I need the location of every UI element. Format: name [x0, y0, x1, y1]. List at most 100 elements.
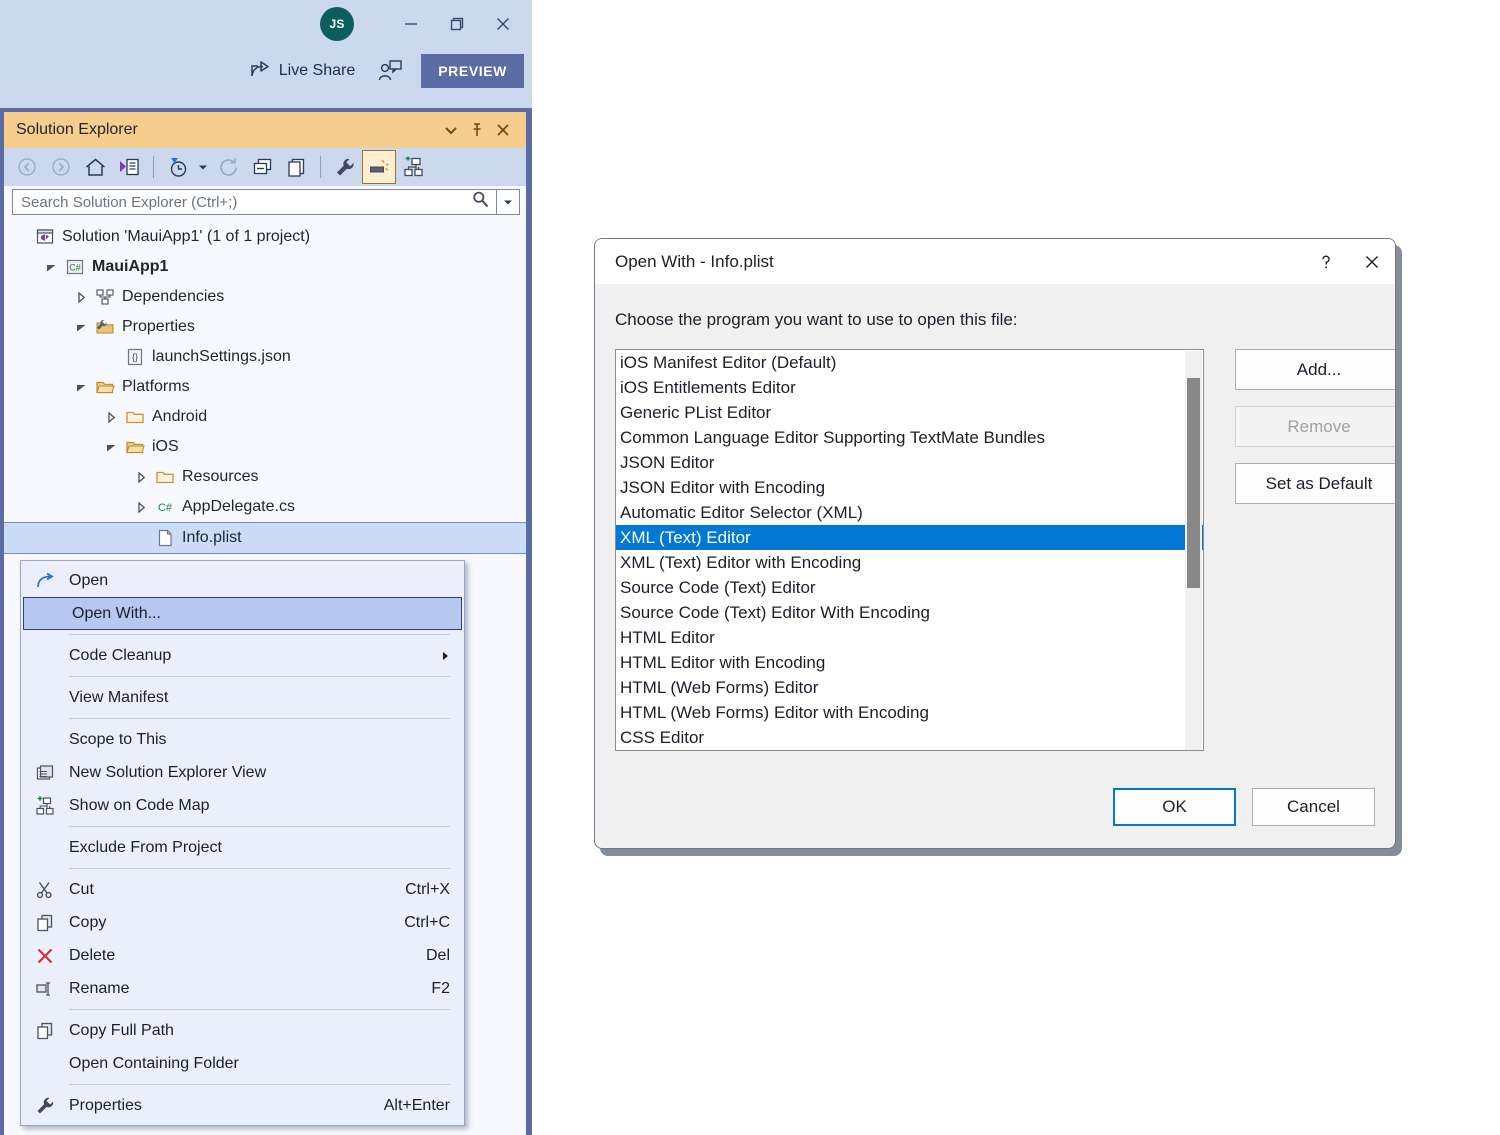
menu-item-open-containing-folder[interactable]: Open Containing Folder: [21, 1047, 464, 1080]
menu-item-scope-to-this[interactable]: Scope to This: [21, 723, 464, 756]
preview-badge[interactable]: PREVIEW: [421, 54, 524, 88]
tree-item[interactable]: Solution 'MauiApp1' (1 of 1 project): [4, 222, 526, 252]
clock-filter-icon[interactable]: [161, 151, 195, 183]
tree-item-label: Platforms: [122, 378, 190, 396]
editor-list[interactable]: iOS Manifest Editor (Default)iOS Entitle…: [615, 349, 1204, 751]
restore-icon[interactable]: [434, 1, 480, 47]
list-item[interactable]: XML (Text) Editor with Encoding: [616, 550, 1203, 575]
close-icon[interactable]: [490, 117, 516, 143]
list-item[interactable]: JSON Editor: [616, 450, 1203, 475]
back-button[interactable]: [10, 151, 44, 183]
tree-item[interactable]: C#MauiApp1: [4, 252, 526, 282]
chevron-right-icon[interactable]: [100, 412, 122, 423]
list-item[interactable]: HTML (Web Forms) Editor: [616, 675, 1203, 700]
tree-item[interactable]: C#AppDelegate.cs: [4, 492, 526, 522]
home-icon[interactable]: [78, 151, 112, 183]
live-share-button[interactable]: Live Share: [249, 59, 356, 84]
menu-separator: [69, 1009, 450, 1010]
list-item-selected[interactable]: XML (Text) Editor: [616, 525, 1203, 550]
history-dropdown-chevron-down-icon[interactable]: [195, 161, 211, 173]
solution-explorer-title: Solution Explorer: [16, 121, 438, 139]
add-button[interactable]: Add...: [1235, 349, 1396, 390]
forward-button[interactable]: [44, 151, 78, 183]
menu-separator: [69, 826, 450, 827]
send-feedback-icon[interactable]: [377, 59, 403, 83]
menu-item-copy[interactable]: CopyCtrl+C: [21, 906, 464, 939]
search-input[interactable]: Search Solution Explorer (Ctrl+;): [12, 189, 497, 215]
menu-item-copy-full-path[interactable]: Copy Full Path: [21, 1014, 464, 1047]
chevron-right-icon[interactable]: [130, 472, 152, 483]
menu-item-rename[interactable]: RenameF2: [21, 972, 464, 1005]
live-share-row: Live Share PREVIEW: [249, 48, 524, 94]
help-question-icon[interactable]: [1303, 240, 1349, 284]
pending-changes-icon[interactable]: [112, 151, 146, 183]
list-item[interactable]: Generic PList Editor: [616, 400, 1203, 425]
tree-item[interactable]: Resources: [4, 462, 526, 492]
menu-item-cut[interactable]: CutCtrl+X: [21, 873, 464, 906]
list-item[interactable]: Source Code (Text) Editor: [616, 575, 1203, 600]
svg-text:C#: C#: [158, 502, 173, 514]
folder-icon: [122, 407, 148, 427]
menu-item-exclude-from-project[interactable]: Exclude From Project: [21, 831, 464, 864]
menu-item-label: Copy: [69, 914, 388, 932]
dialog-footer-buttons: OK Cancel: [1113, 788, 1375, 826]
list-item[interactable]: iOS Entitlements Editor: [616, 375, 1203, 400]
list-item[interactable]: HTML (Web Forms) Editor with Encoding: [616, 700, 1203, 725]
tree-item[interactable]: Platforms: [4, 372, 526, 402]
menu-item-code-cleanup[interactable]: Code Cleanup: [21, 639, 464, 672]
chevron-right-icon[interactable]: [70, 292, 92, 303]
set-as-default-button[interactable]: Set as Default: [1235, 463, 1396, 504]
tree-item[interactable]: Android: [4, 402, 526, 432]
chevron-right-icon[interactable]: [130, 502, 152, 513]
code-map-add-icon[interactable]: [396, 151, 430, 183]
menu-item-open[interactable]: Open: [21, 564, 464, 597]
chevron-down-icon[interactable]: [70, 322, 92, 333]
rename-icon: [21, 979, 69, 999]
pin-icon[interactable]: [464, 117, 490, 143]
menu-item-open-with[interactable]: Open With...: [23, 597, 462, 630]
avatar[interactable]: JS: [320, 7, 354, 41]
collapse-all-icon[interactable]: [245, 151, 279, 183]
list-scrollbar[interactable]: [1185, 351, 1202, 751]
folder-icon: [152, 467, 178, 487]
tree-item[interactable]: Dependencies: [4, 282, 526, 312]
code-map-add-icon: [21, 796, 69, 816]
minimize-icon[interactable]: [388, 1, 434, 47]
search-icon[interactable]: [471, 190, 490, 214]
folder-open-icon: [92, 377, 118, 397]
menu-separator: [69, 1084, 450, 1085]
scrollbar-thumb[interactable]: [1187, 378, 1200, 588]
menu-item-label: Open Containing Folder: [69, 1055, 450, 1073]
show-all-files-icon[interactable]: [279, 151, 313, 183]
menu-item-properties[interactable]: PropertiesAlt+Enter: [21, 1089, 464, 1122]
list-item[interactable]: HTML Editor: [616, 625, 1203, 650]
preview-selected-items-icon[interactable]: [362, 150, 396, 184]
tree-item[interactable]: Properties: [4, 312, 526, 342]
ok-button[interactable]: OK: [1113, 788, 1236, 826]
tree-item[interactable]: {}launchSettings.json: [4, 342, 526, 372]
search-options-chevron-down-icon[interactable]: [497, 189, 520, 215]
tree-item-selected[interactable]: Info.plist: [4, 522, 526, 554]
list-item[interactable]: CSS Editor: [616, 725, 1203, 750]
list-item[interactable]: Common Language Editor Supporting TextMa…: [616, 425, 1203, 450]
list-item[interactable]: Source Code (Text) Editor With Encoding: [616, 600, 1203, 625]
tree-item[interactable]: iOS: [4, 432, 526, 462]
menu-item-new-solution-explorer-view[interactable]: New Solution Explorer View: [21, 756, 464, 789]
menu-item-delete[interactable]: DeleteDel: [21, 939, 464, 972]
cancel-button[interactable]: Cancel: [1252, 788, 1375, 826]
refresh-icon[interactable]: [211, 151, 245, 183]
chevron-down-icon[interactable]: [40, 262, 62, 273]
list-item[interactable]: iOS Manifest Editor (Default): [616, 350, 1203, 375]
wrench-icon: [21, 1096, 69, 1116]
menu-item-view-manifest[interactable]: View Manifest: [21, 681, 464, 714]
wrench-icon[interactable]: [328, 151, 362, 183]
window-menu-chevron-icon[interactable]: [438, 117, 464, 143]
chevron-down-icon[interactable]: [70, 382, 92, 393]
list-item[interactable]: Automatic Editor Selector (XML): [616, 500, 1203, 525]
close-icon[interactable]: [1349, 240, 1395, 284]
close-icon[interactable]: [480, 1, 526, 47]
menu-item-show-on-code-map[interactable]: Show on Code Map: [21, 789, 464, 822]
chevron-down-icon[interactable]: [100, 442, 122, 453]
list-item[interactable]: HTML Editor with Encoding: [616, 650, 1203, 675]
list-item[interactable]: JSON Editor with Encoding: [616, 475, 1203, 500]
